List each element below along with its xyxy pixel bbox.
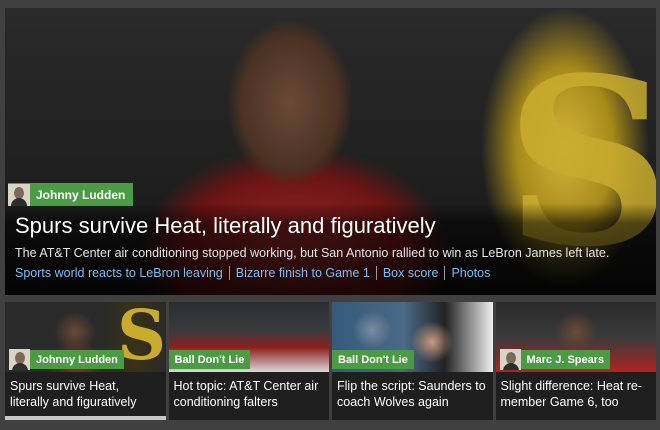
- hero-description: The AT&T Center air conditioning stopped…: [15, 246, 610, 260]
- hero-related-links: Sports world reacts to LeBron leaving Bi…: [15, 266, 490, 280]
- hero-author-name: Johnny Ludden: [36, 187, 126, 202]
- author-avatar: [499, 349, 521, 370]
- link-separator: [444, 266, 446, 280]
- thumb-tag-label: Johnny Ludden: [36, 353, 118, 366]
- thumb-tag-label: Ball Don't Lie: [338, 353, 408, 366]
- thumb-headline: Hot topic: AT&T Center air conditioning …: [173, 379, 319, 409]
- hero-headline[interactable]: Spurs survive Heat, literally and figura…: [15, 213, 436, 239]
- thumb-story-2[interactable]: Ball Don't Lie Hot topic: AT&T Center ai…: [168, 302, 329, 420]
- story-thumbnails: S Johnny Ludden Spurs survive Heat, lite…: [5, 302, 656, 420]
- related-link-bizarre-finish[interactable]: Bizarre finish to Game 1: [236, 266, 370, 280]
- thumb-story-3[interactable]: Ball Don't Lie Flip the script: Saunders…: [332, 302, 493, 420]
- thumb-tag-label: Marc J. Spears: [526, 353, 605, 366]
- thumb-story-4[interactable]: Marc J. Spears Slight difference: Heat r…: [495, 302, 656, 420]
- thumb-tag: Johnny Ludden: [9, 349, 124, 370]
- hero-story[interactable]: S Johnny Ludden Spurs survive Heat, lite…: [5, 8, 656, 295]
- thumb-headline: Flip the script: Saunders to coach Wolve…: [337, 379, 486, 409]
- thumb-tag: Marc J. Spears: [499, 349, 611, 370]
- related-link-photos[interactable]: Photos: [451, 266, 490, 280]
- author-avatar: [9, 349, 30, 370]
- thumb-headline: Slight difference: Heat re-member Game 6…: [500, 379, 643, 409]
- author-avatar: [8, 183, 30, 206]
- hero-author-badge[interactable]: Johnny Ludden: [8, 183, 134, 206]
- related-link-reacts[interactable]: Sports world reacts to LeBron leaving: [15, 266, 223, 280]
- thumb-story-1[interactable]: S Johnny Ludden Spurs survive Heat, lite…: [5, 302, 166, 420]
- link-separator: [228, 266, 230, 280]
- thumb-headline: Spurs survive Heat, literally and figura…: [10, 379, 137, 409]
- thumb-tag: Ball Don't Lie: [332, 350, 414, 369]
- carousel-module: S Johnny Ludden Spurs survive Heat, lite…: [0, 0, 660, 430]
- thumb-tag-label: Ball Don't Lie: [174, 353, 245, 366]
- thumb-tag: Ball Don't Lie: [168, 350, 251, 369]
- related-link-box-score[interactable]: Box score: [383, 266, 439, 280]
- link-separator: [375, 266, 377, 280]
